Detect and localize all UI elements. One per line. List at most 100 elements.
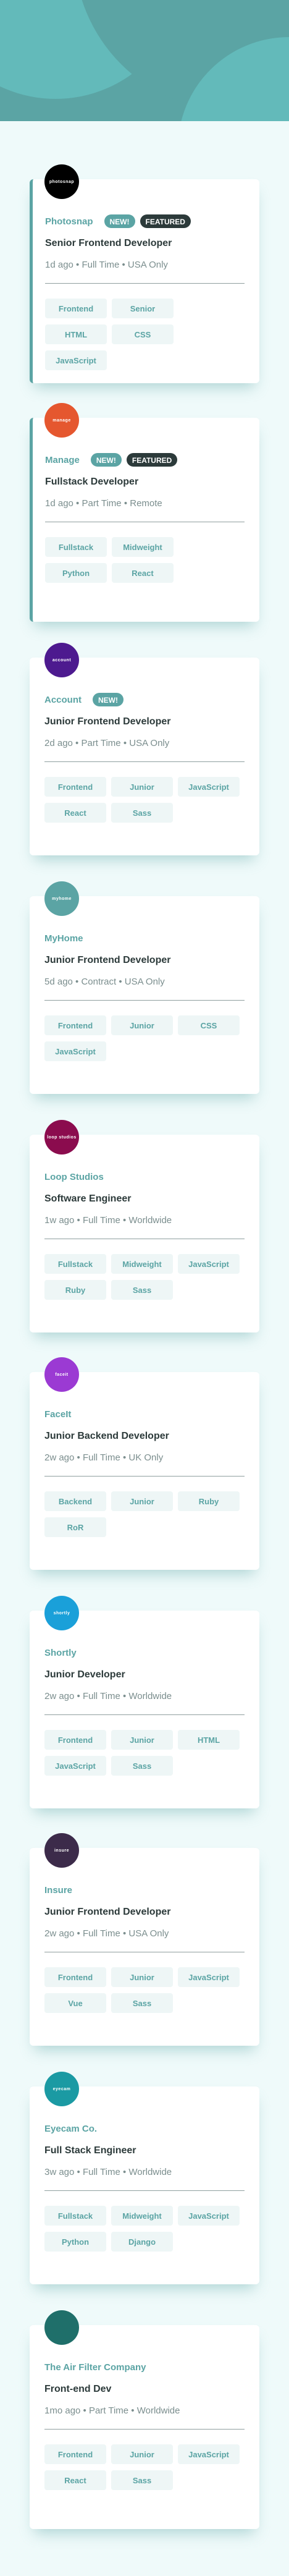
filter-tag[interactable]: JavaScript: [45, 350, 107, 370]
job-card[interactable]: manage Manage NEW! FEATURED Fullstack Develo…: [30, 403, 259, 622]
filter-tag[interactable]: Fullstack: [44, 1254, 106, 1274]
filter-tag[interactable]: Frontend: [44, 777, 106, 797]
filter-tag[interactable]: Midweight: [112, 537, 174, 557]
job-card[interactable]: account Account NEW! Junior Frontend Develo…: [30, 643, 259, 855]
new-badge: NEW!: [90, 453, 122, 467]
job-position[interactable]: Front-end Dev: [44, 2383, 245, 2396]
header-banner: [0, 0, 289, 121]
job-card[interactable]: eyecam Eyecam Co. Full Stack Engineer 3w ag…: [30, 2072, 259, 2284]
filter-tag[interactable]: Junior: [111, 777, 173, 797]
job-position[interactable]: Fullstack Developer: [45, 476, 245, 488]
company-logo: account: [44, 643, 79, 677]
job-position[interactable]: Full Stack Engineer: [44, 2145, 245, 2157]
filter-tag[interactable]: Junior: [111, 2444, 173, 2464]
job-position[interactable]: Senior Frontend Developer: [45, 237, 245, 250]
tag-list: Fullstack Midweight Python React: [45, 531, 245, 583]
divider: [44, 1476, 245, 1477]
filter-tag[interactable]: Frontend: [44, 1730, 106, 1750]
filter-tag[interactable]: CSS: [112, 324, 174, 344]
job-position[interactable]: Junior Frontend Developer: [44, 954, 245, 967]
company-row: Insure: [44, 1883, 245, 1897]
job-card[interactable]: shortly Shortly Junior Developer 2w ago • F…: [30, 1596, 259, 1808]
divider: [44, 761, 245, 762]
job-meta: 3w ago • Full Time • Worldwide: [44, 2167, 172, 2177]
filter-tag[interactable]: Sass: [111, 1993, 173, 2013]
company-row: Loop Studios: [44, 1169, 245, 1184]
filter-tag[interactable]: Fullstack: [44, 2206, 106, 2226]
filter-tag[interactable]: Junior: [111, 1967, 173, 1987]
filter-tag[interactable]: JavaScript: [44, 1756, 106, 1776]
filter-tag[interactable]: Vue: [44, 1993, 106, 2013]
new-badge: NEW!: [104, 214, 135, 228]
filter-tag[interactable]: Django: [111, 2232, 173, 2252]
job-card[interactable]: insure Insure Junior Frontend Developer 2w …: [30, 1833, 259, 2046]
job-card[interactable]: myhome MyHome Junior Frontend Developer 5d …: [30, 881, 259, 1094]
job-position[interactable]: Junior Frontend Developer: [44, 716, 245, 728]
filter-tag[interactable]: Midweight: [111, 2206, 173, 2226]
filter-tag[interactable]: Sass: [111, 1280, 173, 1300]
filter-tag[interactable]: Frontend: [44, 1967, 106, 1987]
filter-tag[interactable]: Fullstack: [45, 537, 107, 557]
filter-tag[interactable]: JavaScript: [178, 1254, 240, 1274]
filter-tag[interactable]: Sass: [111, 2470, 173, 2490]
job-card[interactable]: loop studios Loop Studios Software Enginee…: [30, 1120, 259, 1332]
filter-tag[interactable]: Junior: [111, 1730, 173, 1750]
company-logo: insure: [44, 1833, 79, 1868]
tag-list: Frontend Junior CSS JavaScript: [44, 1009, 245, 1061]
filter-tag[interactable]: HTML: [178, 1730, 240, 1750]
filter-tag[interactable]: Frontend: [45, 299, 107, 318]
job-position[interactable]: Junior Developer: [44, 1669, 245, 1681]
tag-list: Frontend Junior JavaScript React Sass: [44, 771, 245, 823]
filter-tag[interactable]: Junior: [111, 1015, 173, 1035]
company-row: Shortly: [44, 1645, 245, 1660]
company-name: FaceIt: [44, 1409, 72, 1420]
filter-tag[interactable]: JavaScript: [178, 2206, 240, 2226]
filter-tag[interactable]: Midweight: [111, 1254, 173, 1274]
filter-tag[interactable]: Backend: [44, 1491, 106, 1511]
filter-tag[interactable]: Frontend: [44, 2444, 106, 2464]
company-logo: faceit: [44, 1357, 79, 1392]
filter-tag[interactable]: Junior: [111, 1491, 173, 1511]
job-card[interactable]: The Air Filter Company Front-end Dev 1mo a…: [30, 2310, 259, 2529]
filter-tag[interactable]: React: [44, 2470, 106, 2490]
job-card[interactable]: faceit FaceIt Junior Backend Developer 2w a…: [30, 1357, 259, 1570]
company-name: Loop Studios: [44, 1171, 104, 1182]
filter-tag[interactable]: React: [44, 803, 106, 823]
filter-tag[interactable]: HTML: [45, 324, 107, 344]
company-name: Account: [44, 694, 82, 705]
company-name: Shortly: [44, 1647, 77, 1658]
filter-tag[interactable]: Ruby: [178, 1491, 240, 1511]
tag-list: Frontend Junior JavaScript React Sass: [44, 2438, 245, 2490]
filter-tag[interactable]: JavaScript: [44, 1041, 106, 1061]
divider: [45, 283, 245, 284]
company-row: The Air Filter Company: [44, 2360, 245, 2375]
job-position[interactable]: Junior Frontend Developer: [44, 1906, 245, 1918]
job-meta: 1d ago • Part Time • Remote: [45, 498, 162, 509]
company-row: Account NEW!: [44, 692, 245, 707]
company-row: Manage NEW! FEATURED: [45, 452, 245, 467]
filter-tag[interactable]: Python: [44, 2232, 106, 2252]
job-meta: 2w ago • Full Time • USA Only: [44, 1928, 169, 1939]
filter-tag[interactable]: JavaScript: [178, 2444, 240, 2464]
company-logo: myhome: [44, 881, 79, 916]
job-meta: 5d ago • Contract • USA Only: [44, 977, 165, 987]
job-card[interactable]: photosnap Photosnap NEW! FEATURED Senior Fro…: [30, 164, 259, 383]
tag-list: Backend Junior Ruby RoR: [44, 1485, 245, 1537]
job-meta: 1d ago • Full Time • USA Only: [45, 260, 168, 270]
filter-tag[interactable]: JavaScript: [178, 1967, 240, 1987]
filter-tag[interactable]: Sass: [111, 803, 173, 823]
job-position[interactable]: Software Engineer: [44, 1193, 245, 1205]
job-meta: 1w ago • Full Time • Worldwide: [44, 1215, 172, 1226]
filter-tag[interactable]: CSS: [178, 1015, 240, 1035]
filter-tag[interactable]: Python: [45, 563, 107, 583]
filter-tag[interactable]: Senior: [112, 299, 174, 318]
filter-tag[interactable]: RoR: [44, 1517, 106, 1537]
filter-tag[interactable]: Frontend: [44, 1015, 106, 1035]
filter-tag[interactable]: Ruby: [44, 1280, 106, 1300]
filter-tag[interactable]: React: [112, 563, 174, 583]
filter-tag[interactable]: Sass: [111, 1756, 173, 1776]
divider: [44, 2429, 245, 2430]
job-position[interactable]: Junior Backend Developer: [44, 1430, 245, 1443]
tag-list: Fullstack Midweight JavaScript Python Django: [44, 2200, 245, 2252]
filter-tag[interactable]: JavaScript: [178, 777, 240, 797]
